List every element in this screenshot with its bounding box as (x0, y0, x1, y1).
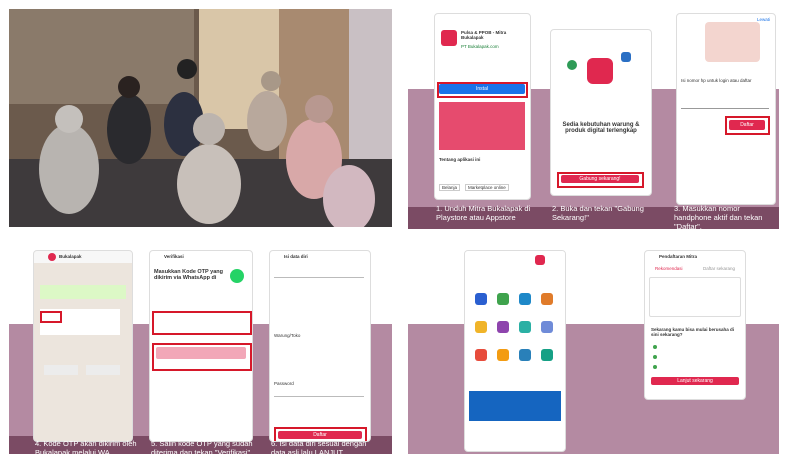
home-header (465, 251, 565, 287)
pulsa-icon[interactable] (475, 293, 487, 305)
step-3-caption: 3. Masukkan nomor handphone aktif dan te… (674, 204, 763, 229)
join-highlight (557, 172, 644, 188)
login-screen: Lewati Isi nomor hp untuk login atau daf… (676, 13, 776, 205)
register-steps-panel: Pulsa & PPOB - Mitra Bukalapak PT Bukala… (408, 9, 779, 229)
coin-icon (567, 60, 577, 70)
chat-name: Bukalapak (59, 254, 82, 259)
chip-belanja[interactable]: Belanja (439, 184, 461, 191)
otp-input-highlight (152, 311, 252, 335)
promo-icon (535, 255, 545, 265)
welcome-logo-icon (587, 58, 613, 84)
illustration (705, 22, 760, 62)
voucher-icon[interactable] (541, 293, 553, 305)
whatsapp-icon (230, 269, 244, 283)
mitra-app-icon (441, 30, 457, 46)
register-highlight (725, 116, 770, 135)
whatsapp-chat-screen: Bukalapak (33, 250, 133, 442)
app-title: Pulsa & PPOB - Mitra Bukalapak (461, 30, 507, 40)
welcome-screen: Sedia kebutuhan warung & produk digital … (550, 29, 652, 196)
app-home-screen (464, 250, 566, 452)
playstore-screen: Pulsa & PPOB - Mitra Bukalapak PT Bukala… (434, 13, 531, 200)
pdam-icon[interactable] (519, 321, 531, 333)
about-heading: Tentang aplikasi ini (439, 157, 481, 162)
step-4-caption: 4. Kode OTP akan dikirim oleh Bukalapak … (35, 439, 137, 454)
password-field[interactable] (274, 388, 364, 397)
password-label: Password (274, 381, 294, 386)
verification-screen: Verifikasi Masukkan Kode OTP yang dikiri… (149, 250, 253, 442)
phone-number-field[interactable] (681, 92, 769, 109)
shop-type[interactable]: Warung/Toko (274, 333, 300, 338)
mitra-signup-screen: Pendaftaran Mitra Rekomendasi Daftar sek… (644, 250, 746, 400)
step-5-caption: 5. Salin kode OTP yang sudah diterima da… (151, 439, 253, 454)
bpjs-icon[interactable] (497, 321, 509, 333)
option-radio-2[interactable] (653, 355, 657, 359)
tab-rekomendasi[interactable]: Rekomendasi (655, 266, 683, 271)
skip-link[interactable]: Lewati (757, 17, 770, 22)
emoney-icon[interactable] (475, 321, 487, 333)
form-title: Isi data diri (284, 254, 308, 259)
verification-steps-panel: Bukalapak Verifikasi Masukkan Kode OTP y… (9, 246, 392, 454)
step-2-caption: 2. Buka dan tekan "Gabung Sekarang!" (552, 204, 644, 222)
name-field[interactable] (274, 267, 364, 278)
tab-daftar[interactable]: Daftar sekarang (703, 266, 735, 271)
game-icon[interactable] (497, 349, 509, 361)
product-grid (465, 287, 565, 387)
otp-code-highlight (40, 311, 62, 323)
profile-form-screen: Isi data diri Warung/Toko Password Dafta… (269, 250, 371, 442)
otp-heading: Masukkan Kode OTP yang dikirim via Whats… (154, 269, 223, 281)
tagihan-icon[interactable] (519, 349, 531, 361)
photo-panel (9, 9, 392, 227)
group-photo (9, 9, 392, 227)
chip-marketplace[interactable]: Marketplace online (465, 184, 509, 191)
phone-icon (621, 52, 631, 62)
verify-title: Verifikasi (164, 254, 184, 259)
bukalapak-avatar (48, 253, 56, 261)
block-button[interactable] (44, 365, 78, 375)
paket-data-icon[interactable] (497, 293, 509, 305)
business-question: Sekarang kamu bisa mulai berusaha di sin… (651, 327, 735, 337)
continue-button[interactable]: Lanjut sekarang (651, 377, 739, 385)
report-button[interactable] (86, 365, 120, 375)
mitra-registration-panel: Pendaftaran Mitra Rekomendasi Daftar sek… (408, 246, 779, 454)
step-1-caption: 1. Unduh Mitra Bukalapak di Playstore at… (436, 204, 531, 222)
more-icon[interactable] (541, 321, 553, 333)
system-message (40, 285, 126, 299)
token-listrik-icon[interactable] (519, 293, 531, 305)
step-6-caption: 6. Isi data diri sesuai dengan data asli… (271, 439, 367, 454)
tagline: Sedia kebutuhan warung & produk digital … (562, 122, 640, 134)
verify-highlight (152, 343, 252, 371)
grosir-icon[interactable] (475, 349, 487, 361)
option-radio-1[interactable] (653, 345, 657, 349)
promo-banner (439, 102, 525, 150)
login-prompt: Isi nomor hp untuk login atau daftar (681, 78, 752, 83)
developer-name: PT Bukalapak.com (461, 44, 499, 49)
install-highlight (437, 82, 528, 98)
promo-banner[interactable] (469, 391, 561, 421)
signup-header: Pendaftaran Mitra (659, 254, 698, 259)
kirim-uang-icon[interactable] (541, 349, 553, 361)
option-radio-3[interactable] (653, 365, 657, 369)
info-card (649, 277, 741, 317)
